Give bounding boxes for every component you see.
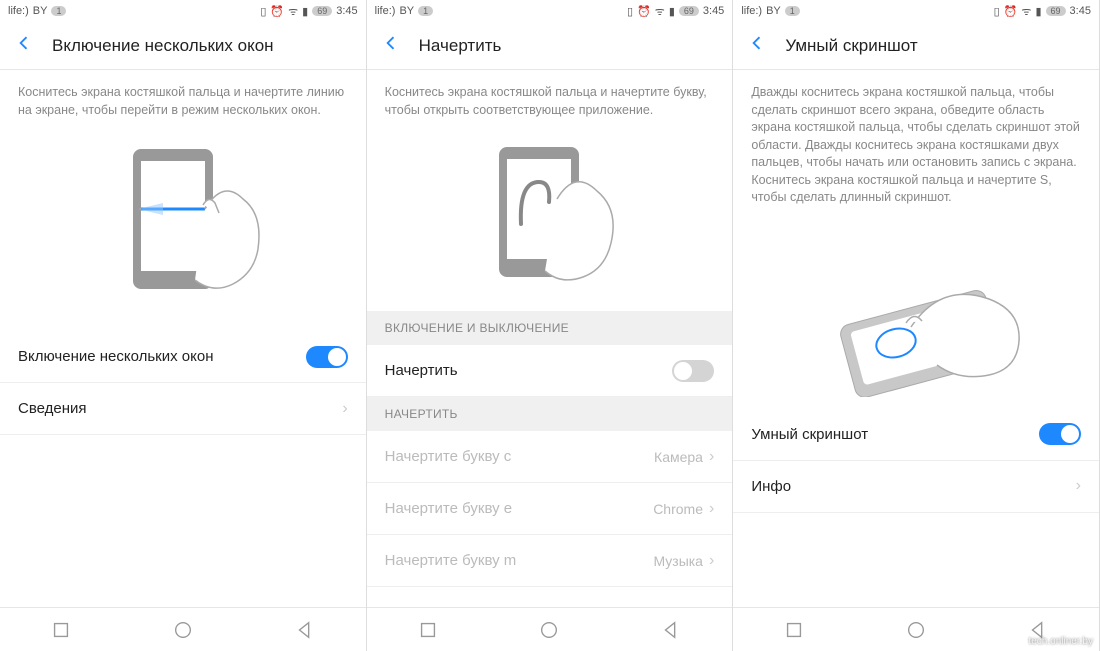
draw-letter-e-row[interactable]: Начертите букву e Chrome ›: [367, 483, 733, 535]
notif-badge: 1: [418, 6, 433, 16]
time-label: 3:45: [1070, 5, 1091, 17]
page-title: Умный скриншот: [785, 36, 917, 56]
watermark: tech.onliner.by: [1028, 636, 1093, 647]
nav-bar: [367, 607, 733, 651]
multiwindow-toggle[interactable]: [306, 346, 348, 368]
chevron-right-icon: ›: [1076, 477, 1081, 495]
nav-bar: [0, 607, 366, 651]
status-bar: life:) BY 1 ▯ ⏰ ᯤ ▮ 69 3:45: [0, 0, 366, 22]
row-value: Камера: [654, 449, 703, 465]
wifi-icon: ᯤ: [655, 4, 665, 19]
draw-toggle-row[interactable]: Начертить: [367, 345, 733, 397]
screen-draw: life:) BY 1 ▯ ⏰ ᯤ ▮ 69 3:45 Начертить Ко…: [367, 0, 734, 651]
gesture-illustration: [0, 133, 366, 331]
recent-apps-button[interactable]: [417, 619, 439, 641]
section-header-draw: НАЧЕРТИТЬ: [367, 397, 733, 431]
alarm-icon: ⏰: [637, 5, 651, 18]
wifi-icon: ᯤ: [288, 4, 298, 19]
chevron-right-icon: ›: [709, 500, 714, 518]
description-text: Дважды коснитесь экрана костяшкой пальца…: [733, 70, 1099, 221]
region-label: BY: [399, 5, 414, 17]
row-label: Начертить: [385, 362, 458, 379]
signal-icon: ▮: [669, 5, 675, 18]
back-button[interactable]: [381, 33, 401, 59]
back-nav-button[interactable]: [660, 619, 682, 641]
page-title: Начертить: [419, 36, 502, 56]
row-value: Chrome: [653, 501, 703, 517]
section-header-toggle: ВКЛЮЧЕНИЕ И ВЫКЛЮЧЕНИЕ: [367, 311, 733, 345]
gesture-illustration: [367, 133, 733, 311]
draw-letter-m-row[interactable]: Начертите букву m Музыка ›: [367, 535, 733, 587]
notif-badge: 1: [51, 6, 66, 16]
alarm-icon: ⏰: [270, 5, 284, 18]
draw-toggle[interactable]: [672, 360, 714, 382]
row-label: Включение нескольких окон: [18, 348, 213, 365]
smartscreenshot-toggle-row[interactable]: Умный скриншот: [733, 409, 1099, 461]
description-text: Коснитесь экрана костяшкой пальца и наче…: [367, 70, 733, 133]
recent-apps-button[interactable]: [783, 619, 805, 641]
signal-icon: ▮: [302, 5, 308, 18]
region-label: BY: [766, 5, 781, 17]
screen-smartscreenshot: life:) BY 1 ▯ ⏰ ᯤ ▮ 69 3:45 Умный скринш…: [733, 0, 1100, 651]
home-button[interactable]: [538, 619, 560, 641]
carrier-label: life:): [741, 5, 762, 17]
row-label: Начертите букву e: [385, 500, 512, 517]
home-button[interactable]: [172, 619, 194, 641]
battery-label: 69: [1046, 6, 1066, 16]
carrier-label: life:): [8, 5, 29, 17]
signal-icon: ▮: [1035, 5, 1041, 18]
title-bar: Умный скриншот: [733, 22, 1099, 70]
draw-letter-c-row[interactable]: Начертите букву c Камера ›: [367, 431, 733, 483]
row-value: Музыка: [653, 553, 703, 569]
back-button[interactable]: [747, 33, 767, 59]
back-button[interactable]: [14, 33, 34, 59]
row-label: Начертите букву c: [385, 448, 512, 465]
alarm-icon: ⏰: [1004, 5, 1018, 18]
back-nav-button[interactable]: [294, 619, 316, 641]
battery-label: 69: [312, 6, 332, 16]
page-title: Включение нескольких окон: [52, 36, 274, 56]
title-bar: Включение нескольких окон: [0, 22, 366, 70]
recent-apps-button[interactable]: [50, 619, 72, 641]
details-row[interactable]: Сведения ›: [0, 383, 366, 435]
carrier-label: life:): [375, 5, 396, 17]
vibrate-icon: ▯: [260, 5, 266, 18]
status-bar: life:) BY 1 ▯ ⏰ ᯤ ▮ 69 3:45: [367, 0, 733, 22]
vibrate-icon: ▯: [627, 5, 633, 18]
row-label: Инфо: [751, 478, 791, 495]
status-bar: life:) BY 1 ▯ ⏰ ᯤ ▮ 69 3:45: [733, 0, 1099, 22]
time-label: 3:45: [336, 5, 357, 17]
multiwindow-toggle-row[interactable]: Включение нескольких окон: [0, 331, 366, 383]
chevron-right-icon: ›: [709, 448, 714, 466]
chevron-right-icon: ›: [709, 552, 714, 570]
vibrate-icon: ▯: [994, 5, 1000, 18]
title-bar: Начертить: [367, 22, 733, 70]
notif-badge: 1: [785, 6, 800, 16]
row-label: Умный скриншот: [751, 426, 868, 443]
region-label: BY: [33, 5, 48, 17]
smartscreenshot-toggle[interactable]: [1039, 423, 1081, 445]
time-label: 3:45: [703, 5, 724, 17]
row-label: Сведения: [18, 400, 87, 417]
info-row[interactable]: Инфо ›: [733, 461, 1099, 513]
home-button[interactable]: [905, 619, 927, 641]
gesture-illustration: [733, 221, 1099, 409]
row-label: Начертите букву m: [385, 552, 517, 569]
wifi-icon: ᯤ: [1021, 4, 1031, 19]
chevron-right-icon: ›: [342, 400, 347, 418]
battery-label: 69: [679, 6, 699, 16]
description-text: Коснитесь экрана костяшкой пальца и наче…: [0, 70, 366, 133]
screen-multiwindow: life:) BY 1 ▯ ⏰ ᯤ ▮ 69 3:45 Включение не…: [0, 0, 367, 651]
